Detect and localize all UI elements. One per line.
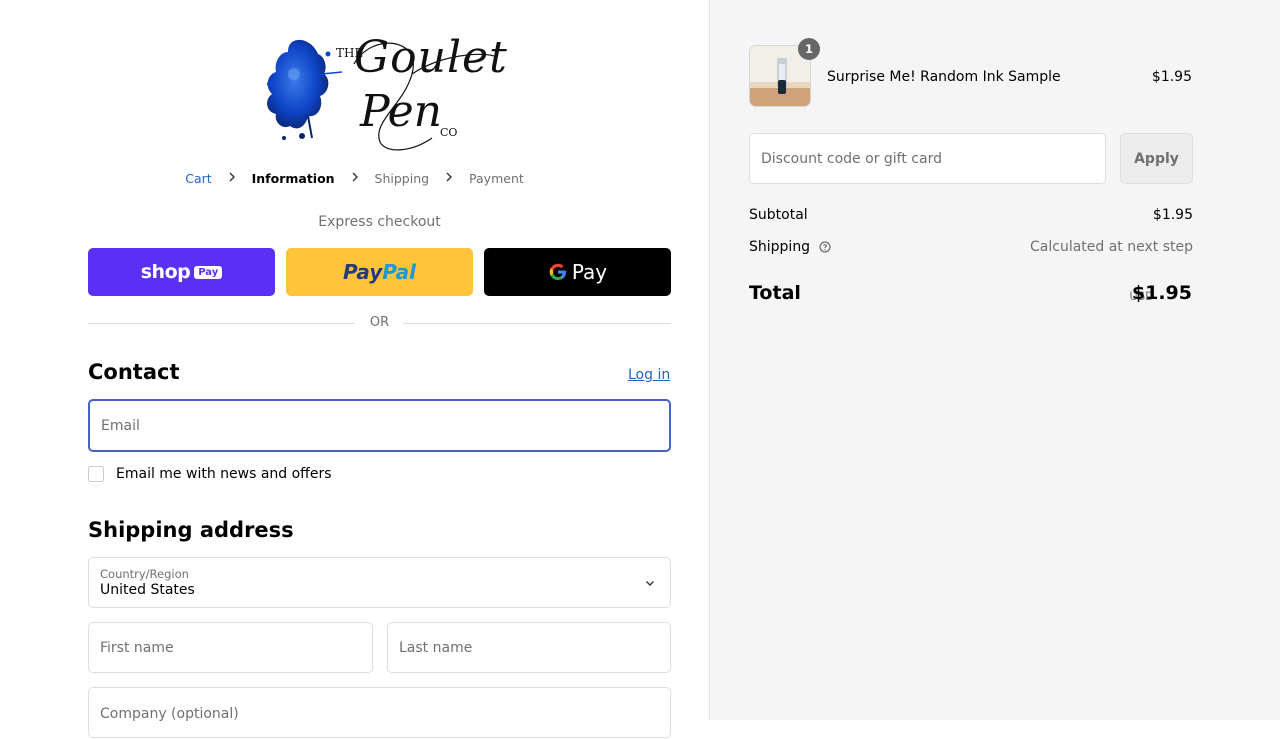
paypal-pal-word: Pal (382, 260, 417, 284)
country-label: Country/Region (100, 567, 189, 581)
discount-input[interactable] (750, 134, 1105, 183)
country-value: United States (100, 582, 195, 598)
shop-pay-button[interactable]: shop Pay (88, 248, 275, 296)
breadcrumb-cart[interactable]: Cart (185, 171, 211, 186)
subtotal-label: Subtotal (749, 207, 808, 223)
first-name-field[interactable] (88, 622, 373, 673)
item-name: Surprise Me! Random Ink Sample (827, 69, 1061, 85)
total-value: $1.95 (1131, 282, 1192, 304)
total-label: Total (749, 282, 801, 304)
chevron-down-icon (646, 581, 654, 586)
or-divider: OR (88, 315, 671, 331)
shop-pay-word: shop (140, 261, 191, 283)
shipping-address-heading: Shipping address (88, 518, 294, 542)
log-in-link[interactable]: Log in (628, 367, 670, 383)
paypal-pay-word: Pay (342, 260, 383, 284)
chevron-right-icon (225, 171, 239, 186)
breadcrumb-payment: Payment (469, 171, 524, 186)
email-field[interactable] (88, 399, 671, 452)
contact-heading: Contact (88, 360, 180, 384)
chevron-right-icon (442, 171, 456, 186)
google-pay-button[interactable]: Pay (484, 248, 671, 296)
google-pay-word: Pay (571, 260, 608, 284)
country-select[interactable]: Country/Region United States (88, 557, 671, 608)
store-logo[interactable]: THE Goulet Pen CO (262, 32, 507, 156)
apply-button[interactable]: Apply (1120, 133, 1193, 184)
help-icon[interactable] (819, 241, 831, 253)
breadcrumb: Cart Information Shipping Payment (0, 170, 709, 186)
shipping-label-wrap: Shipping (749, 239, 831, 255)
google-g-icon (549, 263, 566, 280)
news-offers-option[interactable]: Email me with news and offers (88, 466, 332, 482)
last-name-input[interactable] (388, 623, 670, 672)
logo-pen-text: Pen (360, 86, 443, 137)
quantity-badge: 1 (798, 38, 820, 60)
item-price: $1.95 (1151, 69, 1192, 85)
subtotal-value: $1.95 (1152, 207, 1193, 223)
express-checkout-label: Express checkout (318, 214, 441, 230)
first-name-input[interactable] (89, 623, 372, 672)
logo-co-text: CO (440, 126, 458, 139)
shop-pay-pill: Pay (194, 265, 223, 279)
paypal-button[interactable]: Pay Pal (286, 248, 473, 296)
shipping-value: Calculated at next step (1030, 239, 1193, 255)
company-input[interactable] (89, 688, 670, 739)
breadcrumb-information: Information (251, 171, 335, 186)
shipping-label: Shipping (749, 239, 811, 255)
checkout-main: THE Goulet Pen CO Cart Information Shipp… (0, 0, 709, 739)
email-input[interactable] (90, 401, 669, 450)
news-offers-checkbox[interactable] (88, 466, 104, 482)
last-name-field[interactable] (387, 622, 671, 673)
chevron-right-icon (348, 171, 362, 186)
news-offers-label: Email me with news and offers (116, 466, 332, 482)
discount-field[interactable] (749, 133, 1106, 184)
company-field[interactable] (88, 687, 671, 739)
breadcrumb-shipping: Shipping (374, 171, 430, 186)
logo-goulet-text: Goulet (354, 32, 508, 83)
or-text: OR (369, 315, 390, 330)
order-summary: 1 Surprise Me! Random Ink Sample $1.95 A… (709, 0, 1280, 720)
